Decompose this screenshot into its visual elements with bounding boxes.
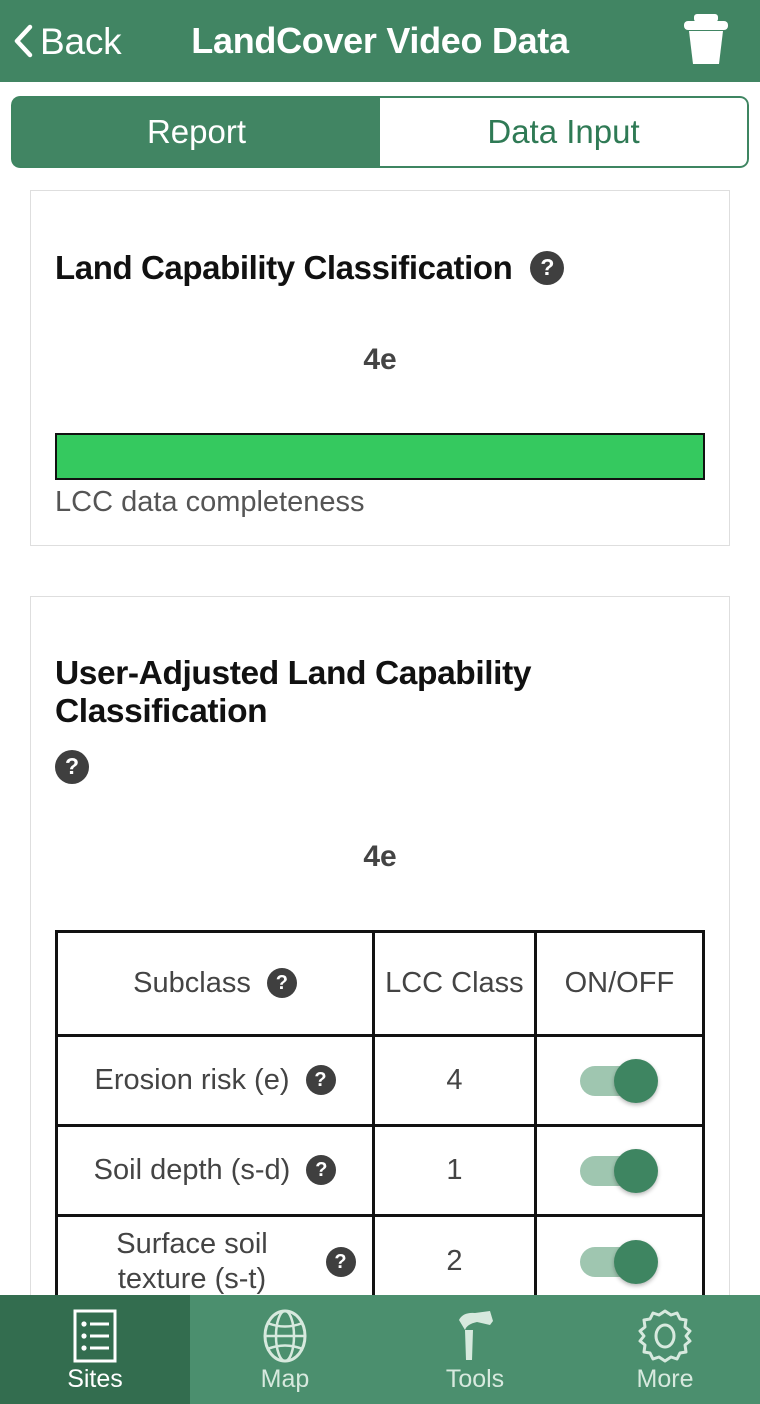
- list-icon: [71, 1307, 119, 1365]
- tab-report-label: Report: [146, 113, 247, 150]
- lcc-completeness-bar: [55, 432, 705, 480]
- nav-item-more[interactable]: More: [570, 1295, 760, 1404]
- lcc-title-row: Land Capability Classification ?: [55, 249, 705, 287]
- question-mark-icon[interactable]: ?: [266, 968, 297, 999]
- user-lcc-class-value: 4e: [363, 839, 397, 873]
- card-land-capability-classification: Land Capability Classification ? 4e LCC …: [30, 190, 730, 546]
- subclass-toggle[interactable]: [580, 1058, 659, 1103]
- subclass-label: Soil depth (s-d): [93, 1154, 291, 1187]
- report-scroll-area[interactable]: Land Capability Classification ? 4e LCC …: [0, 178, 760, 1404]
- question-mark-icon[interactable]: ?: [325, 1246, 356, 1277]
- globe-icon: [258, 1307, 312, 1365]
- header-cell-subclass: Subclass ?: [54, 929, 376, 1037]
- card-user-adjusted-lcc: User-Adjusted Land Capability Classifica…: [30, 595, 730, 1404]
- nav-label-more: More: [636, 1365, 694, 1393]
- table-row: Soil depth (s-d) ? 1: [54, 1123, 706, 1217]
- back-label: Back: [40, 20, 122, 62]
- subclass-toggle[interactable]: [580, 1239, 659, 1284]
- cell-toggle: [533, 1033, 706, 1127]
- question-mark-icon[interactable]: ?: [305, 1065, 336, 1096]
- header-onoff-label: ON/OFF: [564, 966, 675, 999]
- tab-bar-container: Report Data Input: [0, 82, 760, 180]
- subclass-toggle[interactable]: [580, 1148, 659, 1193]
- question-mark-icon[interactable]: ?: [306, 1155, 337, 1186]
- cell-toggle: [533, 1123, 706, 1217]
- header-subclass-label: Subclass: [133, 966, 251, 999]
- app-header: Back LandCover Video Data: [0, 0, 760, 82]
- question-mark-icon[interactable]: ?: [530, 250, 565, 285]
- lcc-completeness-label: LCC data completeness: [55, 485, 365, 518]
- tab-bar: Report Data Input: [11, 96, 749, 168]
- toggle-thumb: [614, 1148, 659, 1193]
- subclass-label: Erosion risk (e): [94, 1064, 290, 1097]
- nav-item-tools[interactable]: Tools: [380, 1295, 570, 1404]
- table-row: Erosion risk (e) ? 4: [54, 1033, 706, 1127]
- nav-item-sites[interactable]: Sites: [0, 1295, 190, 1404]
- gear-icon: [637, 1307, 693, 1365]
- subclass-label: Surface soil texture (s-t): [116, 1227, 268, 1295]
- back-button[interactable]: Back: [0, 0, 122, 82]
- toggle-thumb: [614, 1058, 659, 1103]
- nav-label-tools: Tools: [445, 1365, 505, 1393]
- nav-item-map[interactable]: Map: [190, 1295, 380, 1404]
- user-lcc-title: User-Adjusted Land Capability Classifica…: [55, 654, 532, 731]
- user-lcc-title-row: User-Adjusted Land Capability Classifica…: [55, 655, 705, 784]
- cell-subclass: Erosion risk (e) ?: [54, 1033, 376, 1127]
- tab-data-input[interactable]: Data Input: [380, 96, 749, 168]
- lcc-class-value: 4e: [363, 342, 397, 376]
- cell-subclass: Soil depth (s-d) ?: [54, 1123, 376, 1217]
- cell-lcc-class: 1: [372, 1123, 537, 1217]
- tab-data-input-label: Data Input: [487, 113, 640, 150]
- hammer-icon: [449, 1307, 501, 1365]
- table-header-row: Subclass ? LCC Class ON/OFF: [54, 929, 706, 1037]
- lcc-completeness-fill: [57, 434, 703, 478]
- question-mark-icon[interactable]: ?: [55, 749, 89, 784]
- bottom-navigation: Sites Map Tools More: [0, 1295, 760, 1404]
- trash-icon: [681, 12, 731, 71]
- nav-label-map: Map: [260, 1365, 310, 1393]
- header-cell-onoff: ON/OFF: [533, 929, 706, 1037]
- cell-lcc-class: 4: [372, 1033, 537, 1127]
- app-root: Back LandCover Video Data Report Data In…: [0, 0, 760, 1404]
- toggle-thumb: [614, 1239, 659, 1284]
- chevron-left-icon: [12, 23, 34, 59]
- header-cell-lcc-class: LCC Class: [372, 929, 537, 1037]
- nav-label-sites: Sites: [67, 1365, 123, 1393]
- header-lcc-class-label: LCC Class: [385, 966, 524, 999]
- lcc-title: Land Capability Classification: [55, 249, 513, 286]
- delete-button[interactable]: [680, 13, 732, 69]
- tab-report[interactable]: Report: [11, 96, 380, 168]
